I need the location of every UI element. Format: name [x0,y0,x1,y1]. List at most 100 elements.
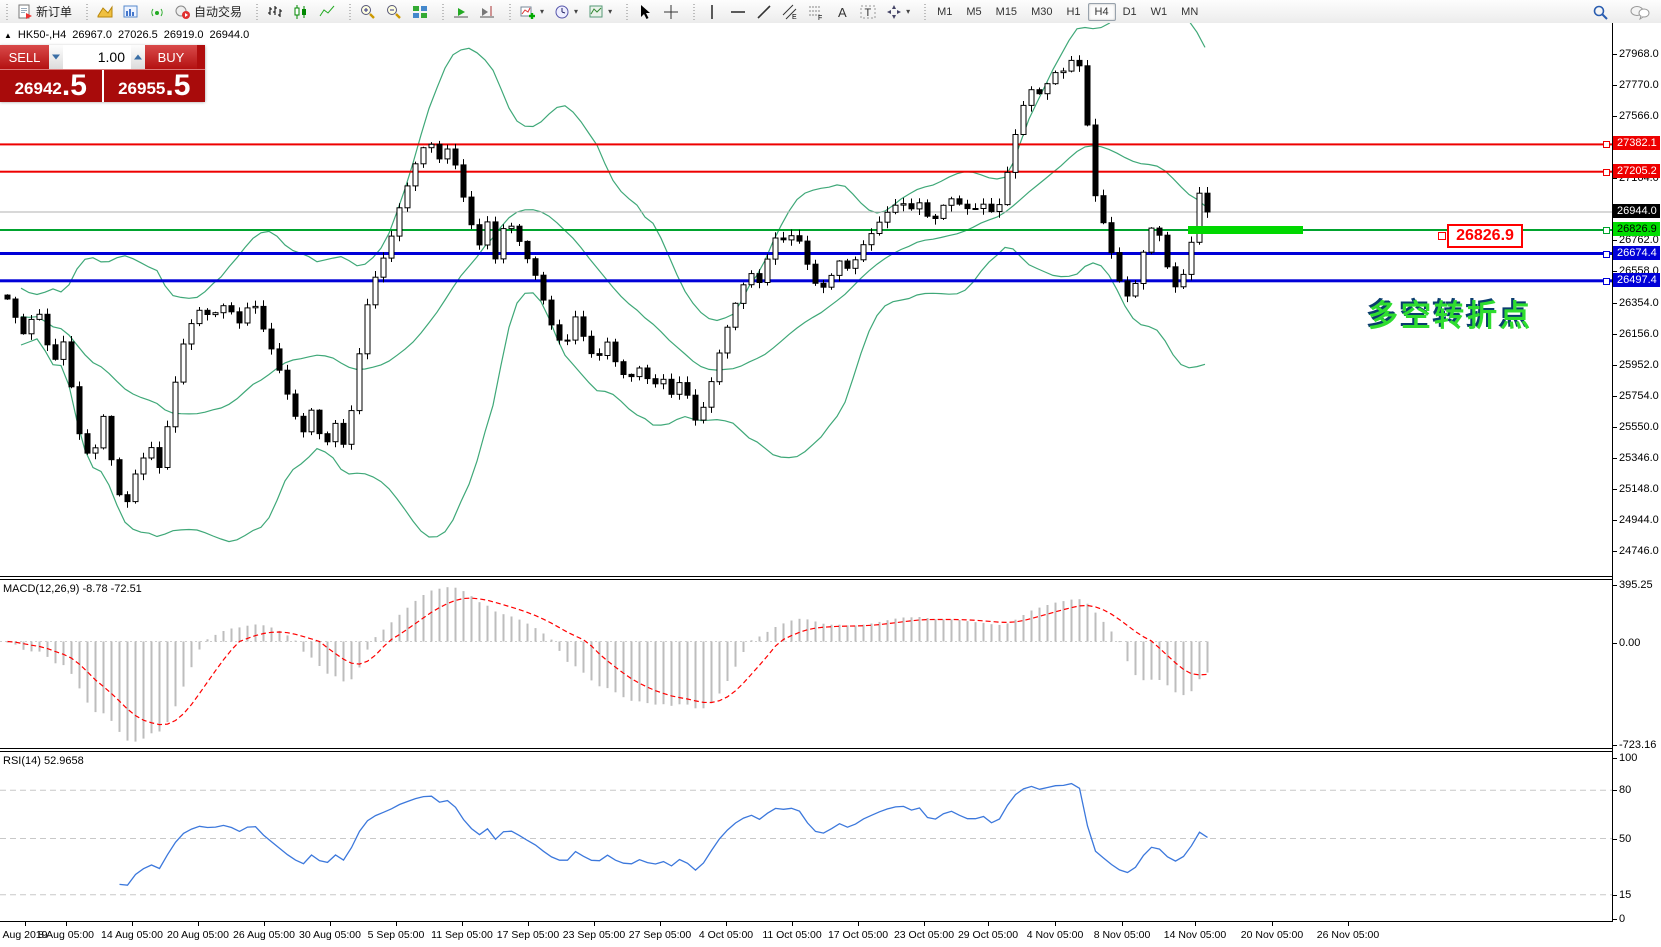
arrows-button[interactable]: ▾ [881,1,915,23]
timeframe-m15-button[interactable]: M15 [989,3,1024,21]
timeframe-m5-button[interactable]: M5 [959,3,988,21]
search-button[interactable] [1587,1,1617,23]
line-drag-handle[interactable] [1603,169,1610,176]
timeframe-m1-button[interactable]: M1 [930,3,959,21]
fibonacci-button[interactable]: F [803,1,829,23]
mt4-window: 新订单 自动交易 ▾ ▾ ▾ EFAT ▾ M1M5M15M30H1H4D1W1MN ▲ HK… [0,0,1661,947]
charts-window-button[interactable] [118,1,144,23]
panel-separator[interactable] [0,748,1613,749]
timeframe-w1-button[interactable]: W1 [1144,3,1175,21]
toolbar-drag-handle[interactable] [85,4,90,20]
toolbar-drag-handle[interactable] [692,4,697,20]
price-box-handle[interactable] [1438,232,1446,240]
signals-button[interactable] [144,1,170,23]
time-axis[interactable]: Aug 20198 Aug 05:0014 Aug 05:0020 Aug 05… [0,922,1661,947]
toolbar-drag-handle[interactable] [5,4,10,20]
candle-body [117,460,122,495]
candle-body [669,379,674,394]
collapse-panel-icon[interactable]: ▲ [4,31,12,40]
label-icon: T [860,4,876,20]
time-tick-label: 30 Aug 05:00 [299,929,361,941]
timeframe-h4-button[interactable]: H4 [1088,3,1116,21]
channel-button[interactable]: E [777,1,803,23]
macd-bar [551,640,553,642]
chat-button[interactable] [1625,1,1655,23]
panel-separator[interactable] [0,576,1613,577]
trendline-button[interactable] [751,1,777,23]
templates-button[interactable]: ▾ [583,1,617,23]
line-drag-handle[interactable] [1603,141,1610,148]
rsi-indicator-panel[interactable] [0,752,1612,921]
toolbar-drag-handle[interactable] [441,4,446,20]
line-drag-handle[interactable] [1603,278,1610,285]
bar-chart-button[interactable] [262,1,288,23]
price-level-text-box[interactable]: 26826.9 [1447,224,1523,248]
candle-body [213,313,218,315]
axis-tick [1613,303,1617,304]
horizontal-line-27205.2[interactable] [0,171,1612,173]
horizontal-line-26497.4[interactable] [0,279,1612,282]
tile-windows-button[interactable] [407,1,433,23]
horizontal-line-27382.1[interactable] [0,143,1612,145]
toolbar: 新订单 自动交易 ▾ ▾ ▾ EFAT ▾ M1M5M15M30H1H4D1W1MN [0,0,1661,24]
line-drag-handle[interactable] [1603,251,1610,258]
chart-shift-button[interactable] [474,1,500,23]
timeframe-mn-button[interactable]: MN [1174,3,1205,21]
macd-indicator-panel[interactable] [0,580,1612,748]
candle-body [277,349,282,370]
buy-price[interactable]: 26955 .5 [104,70,206,102]
toolbar-drag-handle[interactable] [625,4,630,20]
price-tick-label: 25550.0 [1619,421,1659,433]
dropdown-caret-icon[interactable]: ▾ [608,7,612,16]
timeframe-m30-button[interactable]: M30 [1024,3,1059,21]
dropdown-caret-icon[interactable]: ▾ [574,7,578,16]
label-button[interactable]: T [855,1,881,23]
macd-bar [239,627,241,641]
volume-increase-button[interactable] [131,45,145,69]
dropdown-caret-icon[interactable]: ▾ [906,7,910,16]
sell-price[interactable]: 26942 .5 [0,70,104,102]
macd-bar [911,617,913,641]
candle-body [933,216,938,218]
horizontal-line-button[interactable] [725,1,751,23]
new-order-button[interactable]: 新订单 [12,1,77,23]
chart-window[interactable]: ▲ HK50-,H4 26967.0 27026.5 26919.0 26944… [0,23,1661,947]
timeframe-h1-button[interactable]: H1 [1059,3,1087,21]
line-drag-handle[interactable] [1603,227,1610,234]
volume-input[interactable] [63,45,131,69]
sell-button[interactable]: SELL [0,45,49,69]
candle-body [813,264,818,283]
candlestick-chart-button[interactable] [288,1,314,23]
zoom-out-button[interactable] [381,1,407,23]
zoom-in-button[interactable] [355,1,381,23]
toolbar-drag-handle[interactable] [255,4,260,20]
candle-body [397,208,402,236]
buy-button[interactable]: BUY [145,45,197,69]
time-tick [988,922,989,926]
cursor-button[interactable] [632,1,658,23]
auto-scroll-button[interactable] [448,1,474,23]
timeframe-d1-button[interactable]: D1 [1116,3,1144,21]
toolbar-drag-handle[interactable] [508,4,513,20]
candle-body [845,261,850,268]
svg-text:T: T [865,7,872,19]
chart-text-annotation[interactable]: 多空转折点 [1368,291,1533,335]
volume-decrease-button[interactable] [49,45,63,69]
autotrading-button[interactable]: 自动交易 [170,1,247,23]
crosshair-button[interactable] [658,1,684,23]
line-chart-button[interactable] [314,1,340,23]
candle-body [701,407,706,420]
time-tick-label: 14 Nov 05:00 [1164,929,1226,941]
profiles-icon-button[interactable] [92,1,118,23]
toolbar-drag-handle[interactable] [348,4,353,20]
periods-button[interactable]: ▾ [549,1,583,23]
toolbar-drag-handle[interactable] [923,4,928,20]
highlight-trend-segment[interactable] [1188,226,1303,234]
price-tick-label: 25148.0 [1619,483,1659,495]
indicators-button[interactable]: ▾ [515,1,549,23]
dropdown-caret-icon[interactable]: ▾ [540,7,544,16]
text-button[interactable]: A [829,1,855,23]
vertical-line-button[interactable] [699,1,725,23]
macd-bar [319,642,321,667]
horizontal-line-26826.9[interactable] [0,229,1612,231]
